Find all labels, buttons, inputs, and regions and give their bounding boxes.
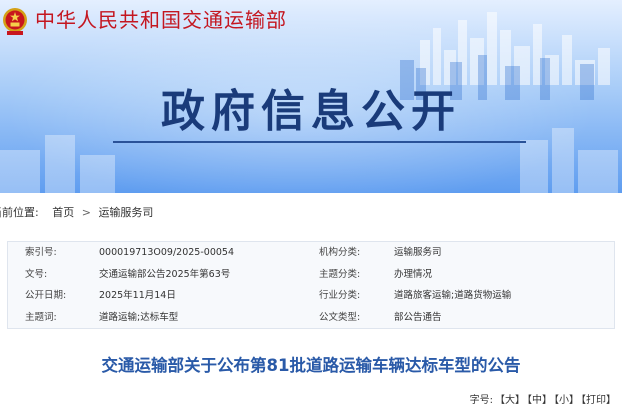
section-title: 政府信息公开 <box>161 86 461 137</box>
industry-category-value: 道路旅客运输;道路货物运输 <box>394 290 512 301</box>
breadcrumb-department-link[interactable]: 运输服务司 <box>98 201 153 225</box>
info-row: 索引号: 000019713O09/2025-00054 机构分类: 运输服务司 <box>8 242 614 264</box>
font-size-medium-button[interactable]: 【中】 <box>527 395 552 406</box>
breadcrumb: 当前位置: 首页 > 运输服务司 <box>0 201 622 225</box>
info-row: 公开日期: 2025年11月14日 行业分类: 道路旅客运输;道路货物运输 <box>8 285 614 307</box>
topic-category-label: 主题分类: <box>319 268 361 280</box>
industry-category-label: 行业分类: <box>319 290 361 301</box>
font-size-small-button[interactable]: 【小】 <box>554 395 579 406</box>
print-button[interactable]: 【打印】 <box>581 395 616 406</box>
document-number-value: 交通运输部公告2025年第63号 <box>99 268 231 280</box>
national-emblem-icon <box>3 8 27 35</box>
font-size-tools: 字号: 【大】 【中】 【小】 【打印】 <box>470 393 616 409</box>
site-name[interactable]: 中华人民共和国交通运输部 <box>35 8 287 32</box>
organization-category-value: 运输服务司 <box>394 247 442 258</box>
article-title: 交通运输部关于公布第81批道路运输车辆达标车型的公告 <box>101 356 521 375</box>
topic-category-value: 办理情况 <box>394 268 433 280</box>
font-size-large-button[interactable]: 【大】 <box>495 395 525 406</box>
breadcrumb-separator: > <box>81 206 91 219</box>
publish-date-label: 公开日期: <box>25 290 67 301</box>
breadcrumb-home-link[interactable]: 首页 <box>52 201 74 225</box>
document-number-label: 文号: <box>25 268 48 280</box>
header-banner: 中华人民共和国交通运输部 政府信息公开 <box>0 0 622 193</box>
document-info-table: 索引号: 000019713O09/2025-00054 机构分类: 运输服务司… <box>7 241 615 329</box>
organization-category-label: 机构分类: <box>319 247 361 258</box>
document-type-label: 公文类型: <box>319 311 361 323</box>
keywords-value: 道路运输;达标车型 <box>99 311 179 323</box>
info-row: 主题词: 道路运输;达标车型 公文类型: 部公告通告 <box>8 307 614 329</box>
index-number-label: 索引号: <box>25 247 57 258</box>
publish-date-value: 2025年11月14日 <box>99 290 176 301</box>
breadcrumb-label: 当前位置: <box>0 206 39 219</box>
index-number-value: 000019713O09/2025-00054 <box>99 247 234 258</box>
font-size-label: 字号: <box>469 395 493 406</box>
document-type-value: 部公告通告 <box>394 311 442 323</box>
title-underline <box>113 141 526 143</box>
keywords-label: 主题词: <box>25 311 57 323</box>
info-row: 文号: 交通运输部公告2025年第63号 主题分类: 办理情况 <box>8 264 614 286</box>
